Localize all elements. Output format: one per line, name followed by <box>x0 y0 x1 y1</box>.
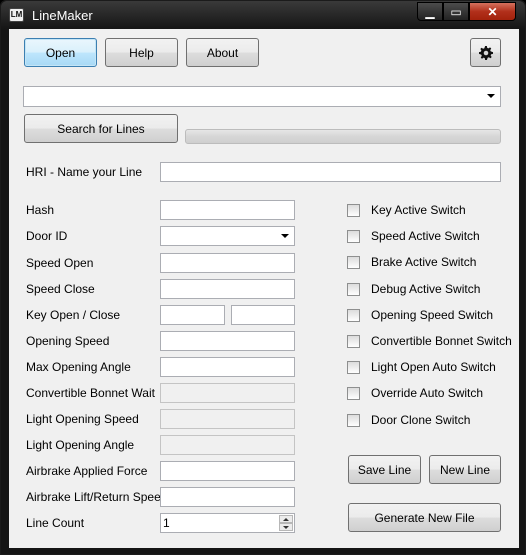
switch-checkbox[interactable] <box>347 256 360 269</box>
client-area: Open Help About Search for Lines HRI - N… <box>9 29 519 548</box>
chevron-down-icon <box>283 525 289 529</box>
key-open-close-label: Key Open / Close <box>26 308 121 322</box>
hri-name-input[interactable] <box>160 162 501 182</box>
light-opening-angle-label: Light Opening Angle <box>26 438 135 452</box>
hri-label: HRI - Name your Line <box>26 165 143 179</box>
maximize-button[interactable]: ▭ <box>443 2 469 21</box>
new-line-button[interactable]: New Line <box>429 455 501 484</box>
max-opening-angle-label: Max Opening Angle <box>26 360 131 374</box>
switch-label: Light Open Auto Switch <box>371 360 496 374</box>
airbrake-lift-return-speed-label: Airbrake Lift/Return Speed <box>26 490 168 504</box>
line-count-stepper[interactable]: 1 <box>160 513 295 533</box>
light-opening-angle-input <box>160 435 295 455</box>
app-logo-icon: LM <box>9 8 24 22</box>
help-button[interactable]: Help <box>105 38 178 67</box>
light-opening-speed-label: Light Opening Speed <box>26 412 139 426</box>
switch-checkbox[interactable] <box>347 283 360 296</box>
switch-checkbox[interactable] <box>347 414 360 427</box>
chevron-down-icon <box>487 94 495 98</box>
search-progress-bar <box>185 129 501 144</box>
minimize-icon: ▁ <box>425 4 435 19</box>
airbrake-applied-force-label: Airbrake Applied Force <box>26 464 148 478</box>
speed-close-input[interactable] <box>160 279 295 299</box>
about-button[interactable]: About <box>186 38 259 67</box>
line-count-value: 1 <box>163 516 170 530</box>
switch-label: Convertible Bonnet Switch <box>371 334 512 348</box>
title-bar[interactable]: LM LineMaker ▁ ▭ ✕ <box>1 1 525 29</box>
door-id-label: Door ID <box>26 229 68 243</box>
switch-label: Speed Active Switch <box>371 229 480 243</box>
line-count-label: Line Count <box>26 516 85 530</box>
switch-checkbox[interactable] <box>347 204 360 217</box>
key-open-input[interactable] <box>160 305 225 325</box>
max-opening-angle-input[interactable] <box>160 357 295 377</box>
stepper-up-button[interactable] <box>279 515 293 523</box>
switch-label: Key Active Switch <box>371 203 466 217</box>
close-button[interactable]: ✕ <box>469 2 516 21</box>
switch-checkbox[interactable] <box>347 335 360 348</box>
airbrake-lift-return-speed-input[interactable] <box>160 487 295 507</box>
switch-checkbox[interactable] <box>347 309 360 322</box>
switch-label: Override Auto Switch <box>371 386 484 400</box>
gear-icon <box>478 45 493 60</box>
switch-checkbox[interactable] <box>347 230 360 243</box>
speed-close-label: Speed Close <box>26 282 95 296</box>
window-title: LineMaker <box>32 8 93 23</box>
close-icon: ✕ <box>487 4 498 19</box>
generate-file-button[interactable]: Generate New File <box>348 503 501 532</box>
switch-label: Debug Active Switch <box>371 282 481 296</box>
maximize-icon: ▭ <box>450 4 462 19</box>
app-window: LM LineMaker ▁ ▭ ✕ Open Help About Searc… <box>0 0 526 555</box>
opening-speed-input[interactable] <box>160 331 295 351</box>
open-button[interactable]: Open <box>24 38 97 67</box>
switch-checkbox[interactable] <box>347 387 360 400</box>
hash-label: Hash <box>26 203 55 217</box>
minimize-button[interactable]: ▁ <box>417 2 443 21</box>
save-line-button[interactable]: Save Line <box>348 455 421 484</box>
door-id-dropdown[interactable] <box>160 226 295 246</box>
chevron-up-icon <box>283 517 289 521</box>
convertible-bonnet-wait-input <box>160 383 295 403</box>
light-opening-speed-input <box>160 409 295 429</box>
switch-checkbox[interactable] <box>347 361 360 374</box>
opening-speed-label: Opening Speed <box>26 334 110 348</box>
settings-button[interactable] <box>470 38 501 67</box>
key-close-input[interactable] <box>231 305 295 325</box>
search-lines-button[interactable]: Search for Lines <box>24 114 178 143</box>
hash-input[interactable] <box>160 200 295 220</box>
switch-label: Door Clone Switch <box>371 413 471 427</box>
stepper-down-button[interactable] <box>279 523 293 531</box>
switch-label: Brake Active Switch <box>371 255 477 269</box>
switch-label: Opening Speed Switch <box>371 308 494 322</box>
speed-open-label: Speed Open <box>26 256 94 270</box>
chevron-down-icon <box>281 234 289 238</box>
convertible-bonnet-wait-label: Convertible Bonnet Wait <box>26 386 155 400</box>
line-select-dropdown[interactable] <box>23 86 501 107</box>
airbrake-applied-force-input[interactable] <box>160 461 295 481</box>
speed-open-input[interactable] <box>160 253 295 273</box>
